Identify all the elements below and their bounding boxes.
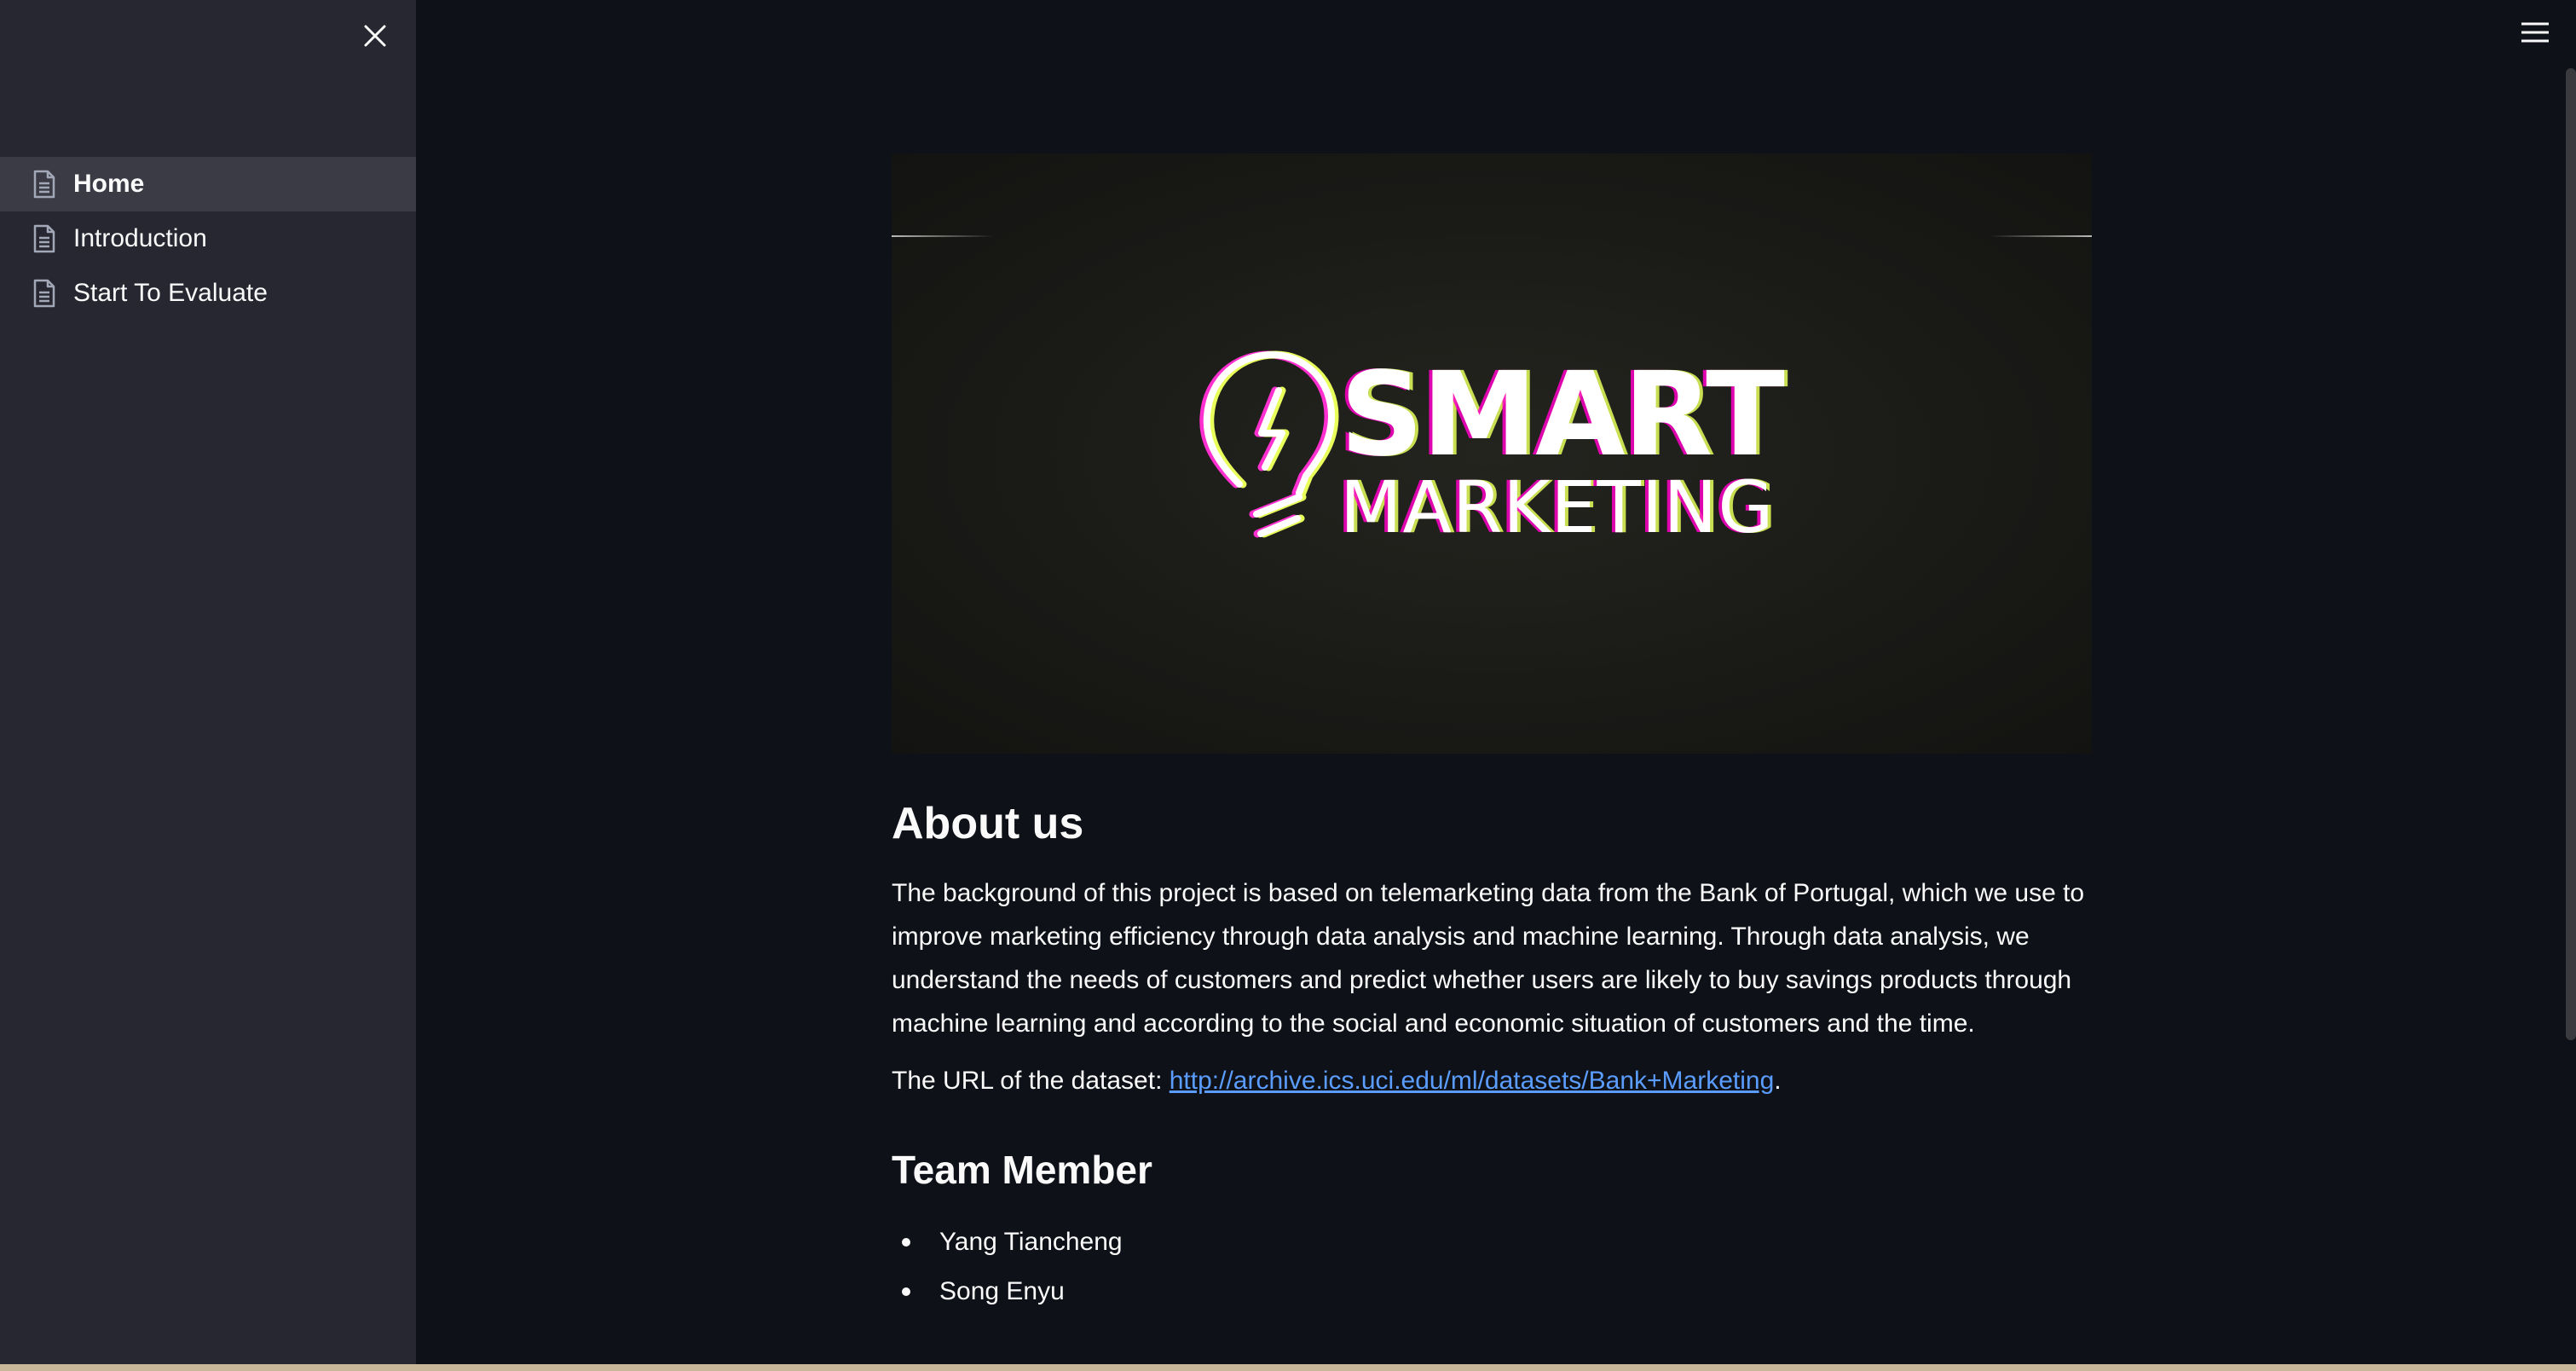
sidebar-item-label: Introduction [73,224,207,252]
team-member-heading: Team Member [892,1148,1152,1192]
sidebar-item-introduction[interactable]: Introduction [0,211,416,266]
dataset-url-suffix: . [1774,1067,1782,1095]
sidebar-item-label: Start To Evaluate [73,279,268,307]
main-header [416,0,2576,68]
dataset-url-prefix: The URL of the dataset: [892,1067,1170,1095]
bullet-icon [902,1238,910,1247]
list-item: Song Enyu [892,1267,2092,1316]
hamburger-menu-icon [2521,22,2549,43]
main-content: SMART MARKETING About us The background … [892,153,2092,1316]
sidebar-item-home[interactable]: Home [0,157,416,211]
list-item: Yang Tiancheng [892,1218,2092,1267]
sidebar-item-start-to-evaluate[interactable]: Start To Evaluate [0,266,416,321]
sidebar-item-label: Home [73,170,145,198]
window-bottom-edge [0,1364,2576,1371]
team-member-name: Song Enyu [939,1277,1065,1305]
team-member-name: Yang Tiancheng [939,1228,1123,1256]
sidebar-nav: Home Introduction Start To Evaluate [0,157,416,321]
dataset-link[interactable]: http://archive.ics.uci.edu/ml/datasets/B… [1170,1067,1775,1095]
scrollbar[interactable] [2566,68,2576,1040]
logo-text-smart: SMART [1340,348,1785,483]
close-icon [364,25,386,47]
hero-image: SMART MARKETING [892,153,2092,754]
document-icon [29,276,60,310]
hero-glitch-line [892,235,994,237]
about-paragraph: The background of this project is based … [892,879,2085,1038]
close-sidebar-button[interactable] [355,15,396,56]
smart-marketing-logo: SMART MARKETING [1197,348,1793,552]
dataset-url-line: The URL of the dataset: http://archive.i… [892,1062,2092,1100]
team-member-list: Yang Tiancheng Song Enyu [892,1218,2092,1316]
document-icon [29,167,60,201]
sidebar: Home Introduction Start To Evaluate [0,0,416,1364]
lightbulb-icon [1199,350,1339,538]
about-us-heading: About us [892,799,1084,848]
logo-text-marketing: MARKETING [1340,466,1775,549]
document-icon [29,222,60,256]
bullet-icon [902,1287,910,1296]
hero-glitch-line [1990,235,2092,237]
main-menu-button[interactable] [2515,15,2556,49]
